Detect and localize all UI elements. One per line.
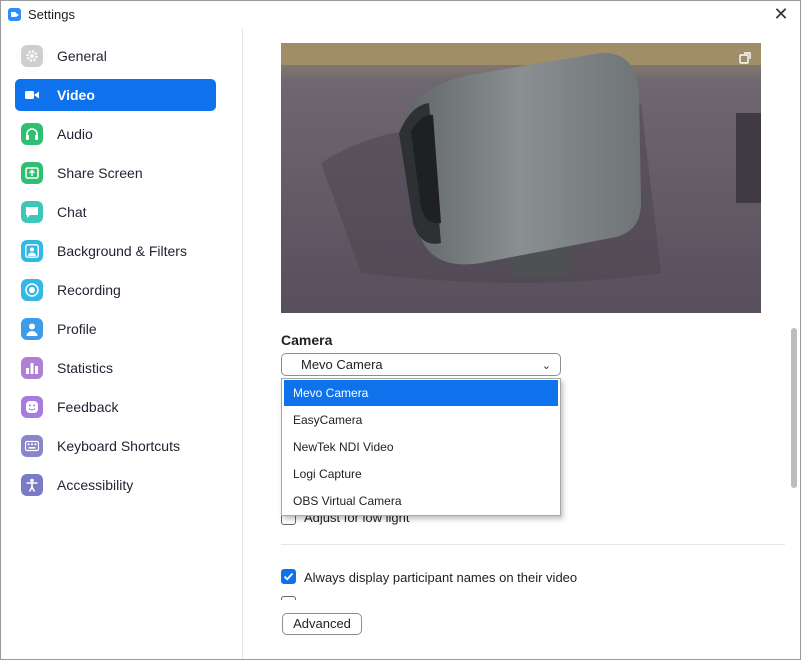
headphones-icon	[21, 123, 43, 145]
sidebar-item-recording[interactable]: Recording	[15, 274, 216, 306]
background-person-icon	[21, 240, 43, 262]
sidebar-item-statistics[interactable]: Statistics	[15, 352, 216, 384]
display-names-checkbox[interactable]	[281, 569, 296, 584]
sidebar-item-label: Feedback	[57, 399, 119, 415]
camera-label: Camera	[281, 332, 333, 348]
settings-sidebar: General Video Audio Share Screen Chat Ba…	[1, 28, 243, 659]
gear-icon	[21, 45, 43, 67]
sidebar-item-chat[interactable]: Chat	[15, 196, 216, 228]
camera-preview	[281, 43, 761, 313]
close-icon: ✕	[773, 4, 789, 24]
section-divider	[281, 544, 785, 545]
sidebar-item-label: Chat	[57, 204, 87, 220]
sidebar-item-label: General	[57, 48, 107, 64]
bar-chart-icon	[21, 357, 43, 379]
close-button[interactable]: ✕	[770, 4, 792, 26]
sidebar-item-keyboard-shortcuts[interactable]: Keyboard Shortcuts	[15, 430, 216, 462]
advanced-button[interactable]: Advanced	[282, 613, 362, 635]
chevron-down-icon: ⌄	[541, 360, 551, 372]
camera-select[interactable]: Mevo Camera ⌄	[281, 353, 561, 376]
scrollbar-thumb[interactable]	[791, 328, 797, 488]
partial-checkbox[interactable]	[281, 596, 296, 600]
profile-person-icon	[21, 318, 43, 340]
window-title: Settings	[28, 7, 75, 22]
title-bar: Settings ✕	[1, 1, 800, 28]
camera-option-newtek-ndi[interactable]: NewTek NDI Video	[284, 434, 558, 460]
camera-dropdown-list: Mevo Camera EasyCamera NewTek NDI Video …	[281, 378, 561, 516]
camera-select-value: Mevo Camera	[301, 357, 383, 372]
smiley-icon	[21, 396, 43, 418]
accessibility-icon	[21, 474, 43, 496]
settings-window: Settings ✕ General Video Audio Share Scr…	[0, 0, 801, 660]
zoom-app-icon	[8, 8, 21, 21]
share-screen-icon	[21, 162, 43, 184]
swap-camera-icon[interactable]	[737, 49, 755, 67]
sidebar-item-label: Audio	[57, 126, 93, 142]
camera-option-logi-capture[interactable]: Logi Capture	[284, 461, 558, 487]
keyboard-icon	[21, 435, 43, 457]
chat-bubble-icon	[21, 201, 43, 223]
checkmark-icon	[283, 572, 294, 581]
camera-option-easycamera[interactable]: EasyCamera	[284, 407, 558, 433]
camera-preview-image	[281, 43, 761, 313]
camera-option-mevo[interactable]: Mevo Camera	[284, 380, 558, 406]
sidebar-item-label: Profile	[57, 321, 97, 337]
display-names-label: Always display participant names on thei…	[304, 570, 578, 585]
sidebar-item-video[interactable]: Video	[15, 79, 216, 111]
sidebar-item-label: Keyboard Shortcuts	[57, 438, 180, 454]
sidebar-item-audio[interactable]: Audio	[15, 118, 216, 150]
sidebar-item-profile[interactable]: Profile	[15, 313, 216, 345]
video-settings-panel: Camera Mevo Camera ⌄ Adjust for low ligh…	[244, 28, 800, 659]
sidebar-item-general[interactable]: General	[15, 40, 216, 72]
sidebar-item-label: Video	[57, 87, 95, 103]
sidebar-item-background-filters[interactable]: Background & Filters	[15, 235, 216, 267]
sidebar-item-label: Share Screen	[57, 165, 143, 181]
video-camera-icon	[21, 84, 43, 106]
sidebar-item-label: Accessibility	[57, 477, 134, 493]
sidebar-item-label: Background & Filters	[57, 243, 187, 259]
sidebar-item-label: Statistics	[57, 360, 114, 376]
record-icon	[21, 279, 43, 301]
camera-option-obs-virtual[interactable]: OBS Virtual Camera	[284, 488, 558, 514]
sidebar-item-share-screen[interactable]: Share Screen	[15, 157, 216, 189]
sidebar-item-label: Recording	[57, 282, 121, 298]
sidebar-item-accessibility[interactable]: Accessibility	[15, 469, 216, 501]
sidebar-item-feedback[interactable]: Feedback	[15, 391, 216, 423]
